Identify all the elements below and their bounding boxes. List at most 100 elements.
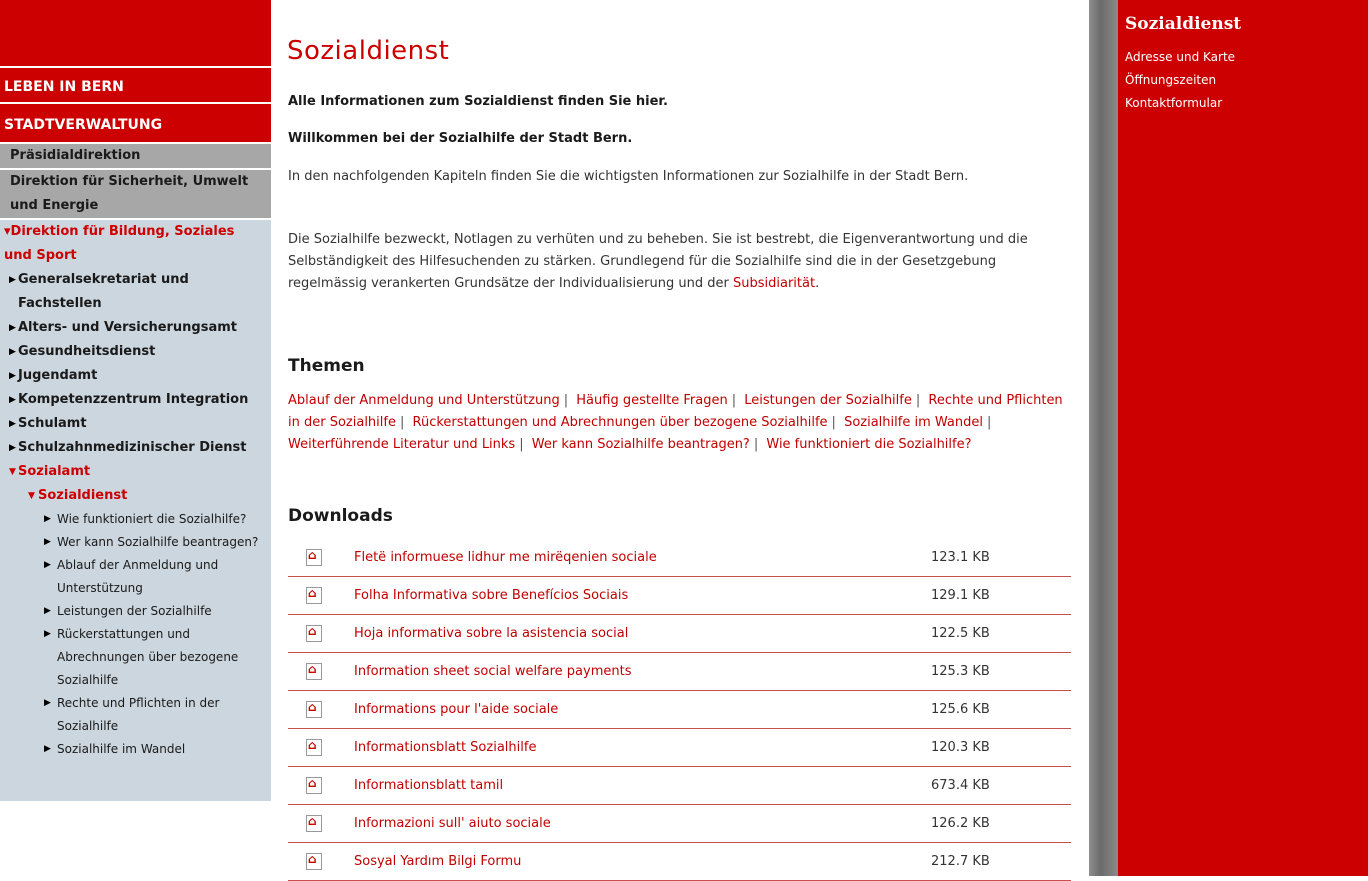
theme-link[interactable]: Rückerstattungen und Abrechnungen über b… [413,415,828,430]
welcome-lead: Willkommen bei der Sozialhilfe der Stadt… [288,131,633,146]
nav-office-item[interactable]: ▶ Schulzahnmedizinischer Dienst [0,436,271,460]
right-sidebar: Sozialdienst Adresse und Karte Öffnungsz… [1118,0,1368,876]
theme-link[interactable]: Häufig gestellte Fragen [576,393,727,408]
contact-form-link[interactable]: Kontaktformular [1125,96,1222,110]
file-size: 120.3 KB [931,728,1071,767]
nav-leaf-item[interactable]: ▶ Wer kann Sozialhilfe beantragen? [0,531,271,554]
nav-office-label: Jugendamt [18,368,98,383]
download-link[interactable]: Informationsblatt tamil [354,778,503,793]
nav-directorate-sicherheit[interactable]: Direktion für Sicherheit, Umwelt und Ene… [0,168,271,218]
download-link[interactable]: Informations pour l'aide sociale [354,702,558,717]
main-content: Sozialdienst Alle Informationen zum Sozi… [287,0,1077,881]
nav-sub-label: Sozialdienst [38,488,128,503]
themes-heading: Themen [288,356,365,376]
arrow-right-icon: ▶ [44,537,51,547]
nav-leaf-item[interactable]: ▶ Rückerstattungen und Abrechnungen über … [0,623,271,692]
nav-office-list: ▶ Generalsekretariat und Fachstellen ▶ Alt… [0,268,271,801]
file-size: 129.1 KB [931,576,1071,615]
sidebar-title: Sozialdienst [1125,14,1242,34]
theme-link[interactable]: Leistungen der Sozialhilfe [744,393,912,408]
nav-office-label: Gesundheitsdienst [18,344,156,359]
file-size: 673.4 KB [931,766,1071,805]
arrow-right-icon: ▶ [9,443,16,453]
arrow-right-icon: ▶ [9,395,16,405]
download-link[interactable]: Information sheet social welfare payment… [354,664,631,679]
download-link[interactable]: Folha Informativa sobre Benefícios Socia… [354,588,628,603]
opening-hours-link[interactable]: Öffnungszeiten [1125,73,1216,87]
theme-link[interactable]: Sozialhilfe im Wandel [844,415,983,430]
nav-office-label: Schulamt [18,416,87,431]
download-row: Hoja informativa sobre la asistencia soc… [288,614,1071,653]
download-link[interactable]: Informazioni sull' aiuto sociale [354,816,551,831]
file-size: 122.5 KB [931,614,1071,653]
nav-office-item[interactable]: ▶ Gesundheitsdienst [0,340,271,364]
pdf-icon[interactable] [306,814,322,832]
downloads-table: Fletë informuese lidhur me mirëqenien so… [288,539,1071,881]
pdf-icon[interactable] [306,776,322,794]
arrow-down-icon: ▼ [9,467,16,477]
nav-office-label: Schulzahnmedizinischer Dienst [18,440,247,455]
arrow-right-icon: ▶ [9,323,16,333]
downloads-heading: Downloads [288,506,393,526]
arrow-right-icon: ▶ [44,560,51,570]
download-row: Information sheet social welfare payment… [288,652,1071,691]
file-size: 212.7 KB [931,842,1071,881]
download-link[interactable]: Fletë informuese lidhur me mirëqenien so… [354,550,657,565]
column-divider [1089,0,1118,876]
nav-leaf-item[interactable]: ▶ Wie funktioniert die Sozialhilfe? [0,508,271,531]
theme-separator: | [986,415,992,430]
theme-link[interactable]: Wer kann Sozialhilfe beantragen? [532,437,750,452]
sidebar-item: Kontaktformular [1125,92,1235,115]
nav-office-item[interactable]: ▶ Jugendamt [0,364,271,388]
nav-office-label: Kompetenzzentrum Integration [18,392,249,407]
nav-section-stadtverwaltung[interactable]: STADTVERWALTUNG [0,102,271,142]
file-size: 126.2 KB [931,804,1071,843]
pdf-icon[interactable] [306,662,322,680]
nav-leaf-item[interactable]: ▶ Rechte und Pflichten in der Sozialhilfe [0,692,271,738]
download-row: Informations pour l'aide sociale 125.6 KB [288,690,1071,729]
nav-directorate-bildung-active[interactable]: ▾Direktion für Bildung, Soziales und Spo… [0,218,271,268]
download-row: Sosyal Yardım Bilgi Formu 212.7 KB [288,842,1071,881]
nav-section-leben-in-bern[interactable]: LEBEN IN BERN [0,66,271,102]
subsidiaritaet-link[interactable]: Subsidiarität [733,276,815,291]
download-row: Fletë informuese lidhur me mirëqenien so… [288,539,1071,577]
nav-office-item[interactable]: ▶ Alters- und Versicherungsamt [0,316,271,340]
nav-sub-sozialdienst-active[interactable]: ▼ Sozialdienst [0,484,271,508]
nav-directorate-praesidial[interactable]: Präsidialdirektion [0,142,271,168]
description-paragraph: Die Sozialhilfe bezweckt, Notlagen zu ve… [288,229,1048,295]
nav-office-item[interactable]: ▶ Schulamt [0,412,271,436]
nav-leaf-item[interactable]: ▶ Leistungen der Sozialhilfe [0,600,271,623]
address-map-link[interactable]: Adresse und Karte [1125,50,1235,64]
pdf-icon[interactable] [306,548,322,566]
sidebar-item: Öffnungszeiten [1125,69,1235,92]
nav-leaf-item[interactable]: ▶ Sozialhilfe im Wandel [0,738,271,761]
theme-link[interactable]: Wie funktioniert die Sozialhilfe? [766,437,971,452]
file-size: 123.1 KB [931,539,1071,577]
nav-office-label: Alters- und Versicherungsamt [18,320,238,335]
pdf-icon[interactable] [306,624,322,642]
nav-office-sozialamt-active[interactable]: ▼ Sozialamt [0,460,271,484]
download-link[interactable]: Sosyal Yardım Bilgi Formu [354,854,521,869]
arrow-right-icon: ▶ [9,371,16,381]
arrow-right-icon: ▶ [44,744,51,754]
nav-office-item[interactable]: ▶ Kompetenzzentrum Integration [0,388,271,412]
nav-office-item[interactable]: ▶ Generalsekretariat und Fachstellen [0,268,271,316]
download-row: Informazioni sull' aiuto sociale 126.2 KB [288,804,1071,843]
pdf-icon[interactable] [306,700,322,718]
download-row: Informationsblatt Sozialhilfe 120.3 KB [288,728,1071,767]
pdf-icon[interactable] [306,852,322,870]
theme-separator: | [519,437,524,452]
nav-leaf-item[interactable]: ▶ Ablauf der Anmeldung und Unterstützung [0,554,271,600]
arrow-right-icon: ▶ [9,419,16,429]
nav-leaf-label: Sozialhilfe im Wandel [57,742,186,756]
pdf-icon[interactable] [306,738,322,756]
download-link[interactable]: Hoja informativa sobre la asistencia soc… [354,626,628,641]
theme-link[interactable]: Ablauf der Anmeldung und Unterstützung [288,393,560,408]
nav-leaf-label: Ablauf der Anmeldung und Unterstützung [57,558,219,595]
theme-link[interactable]: Weiterführende Literatur und Links [288,437,515,452]
pdf-icon[interactable] [306,586,322,604]
download-link[interactable]: Informationsblatt Sozialhilfe [354,740,536,755]
nav-office-label: Generalsekretariat und Fachstellen [18,272,189,311]
theme-separator: | [831,415,836,430]
intro-lead: Alle Informationen zum Sozialdienst find… [288,94,668,109]
